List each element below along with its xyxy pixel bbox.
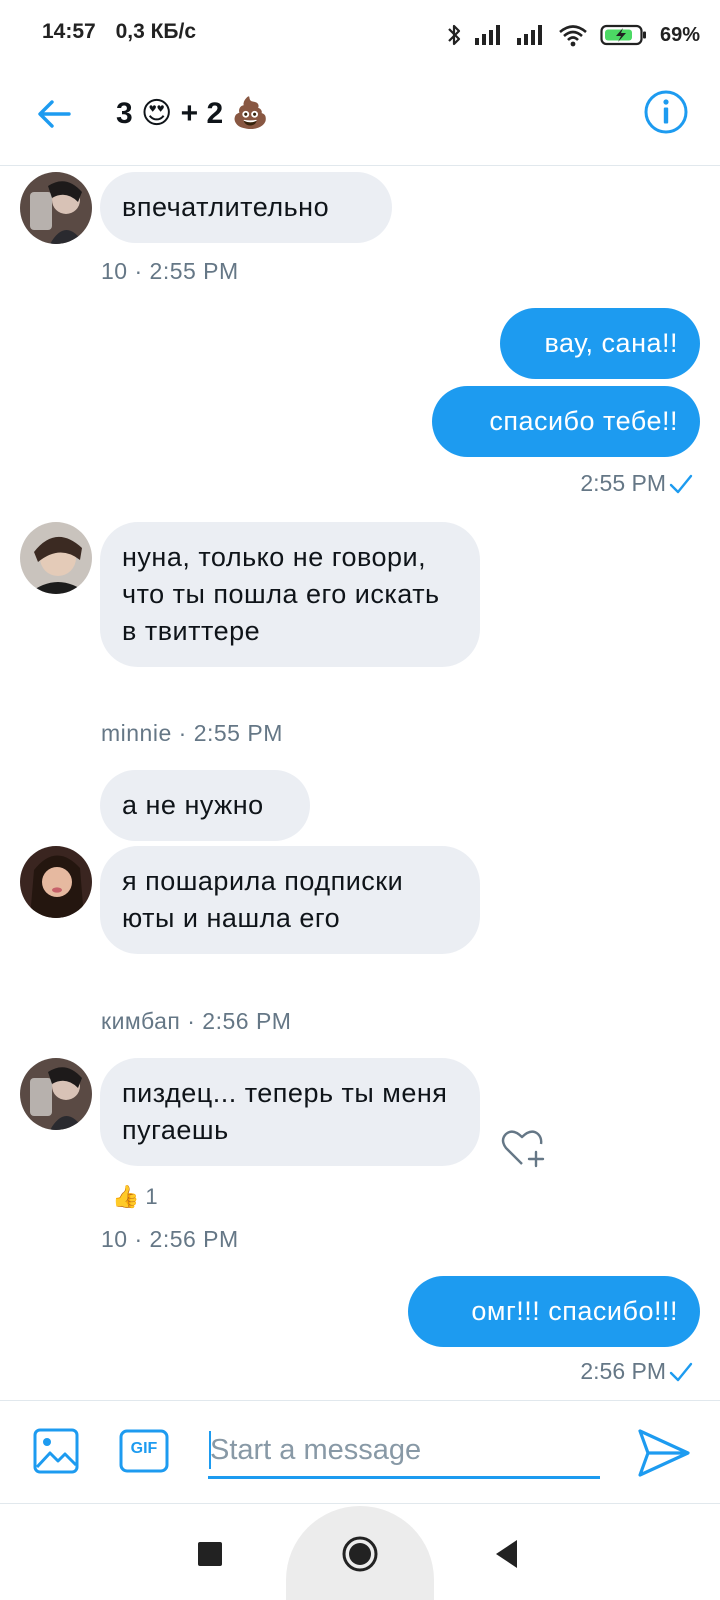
gif-label: GIF [130,1440,158,1457]
status-right: 69% [446,20,700,50]
home-button[interactable] [341,1535,379,1573]
message-bubble-incoming[interactable]: пиздец... теперь ты меня пугаешь [100,1058,480,1166]
send-icon [638,1429,690,1477]
reaction-count: 1 [145,1184,158,1209]
back-button[interactable] [34,94,74,134]
system-back-button[interactable] [492,1536,520,1572]
conversation-header: 3 😍 + 2 💩 [0,72,720,166]
avatar-image [20,522,92,594]
thumbs-up-emoji: 👍 [112,1184,140,1209]
battery-percentage: 69% [659,23,700,46]
add-reaction-button[interactable] [500,1126,548,1170]
message-meta: 10 · 2:55 PM [101,258,239,284]
status-network-speed: 0,3 КБ/с [115,20,197,43]
message-bubble-incoming[interactable]: я пошарила подписки юты и нашла его [100,846,480,954]
avatar[interactable] [20,846,92,918]
message-bubble-incoming[interactable]: а не нужно [100,770,310,841]
wifi-icon [559,25,587,47]
arrow-left-icon [38,100,71,128]
message-meta: minnie · 2:55 PM [101,720,283,746]
recents-button[interactable] [198,1542,222,1566]
message-meta: кимбап · 2:56 PM [101,1008,292,1034]
message-bubble-outgoing[interactable]: спасибо тебе!! [432,386,700,457]
status-left: 14:57 0,3 КБ/с [42,20,210,44]
message-meta: 10 · 2:56 PM [101,1226,239,1252]
add-media-button[interactable] [32,1427,80,1475]
heart-plus-icon [501,1130,545,1168]
conversation-title[interactable]: 3 😍 + 2 💩 [116,92,269,136]
info-button[interactable] [642,88,690,136]
status-bar: 14:57 0,3 КБ/с 69% [0,0,720,72]
message-timestamp: 2:55 PM [580,470,666,496]
reaction-summary[interactable]: 👍 1 [112,1184,158,1210]
message-bubble-outgoing[interactable]: омг!!! спасибо!!! [408,1276,700,1347]
battery-icon [600,24,646,46]
message-input[interactable] [208,1421,600,1479]
send-button[interactable] [636,1425,692,1481]
system-navigation-bar [0,1504,720,1600]
signal-icon [516,25,542,45]
message-bubble-incoming[interactable]: впечатлительно [100,172,392,243]
triangle-back-icon [496,1540,517,1568]
message-bubble-outgoing[interactable]: вау, сана!! [500,308,700,379]
avatar[interactable] [20,522,92,594]
message-bubble-incoming[interactable]: нуна, только не говори, что ты пошла его… [100,522,480,667]
avatar[interactable] [20,1058,92,1130]
avatar[interactable] [20,172,92,244]
dm-conversation-screen: 14:57 0,3 КБ/с 69% 3 😍 + 2 💩 впечатлител… [0,0,720,1600]
text-caret [209,1431,211,1469]
gif-button[interactable]: GIF [118,1427,170,1475]
bluetooth-icon [448,24,461,46]
message-composer: GIF [0,1400,720,1504]
message-timestamp: 2:56 PM [580,1358,666,1384]
image-icon [33,1428,79,1474]
checkmark-icon [669,474,693,493]
avatar-image [20,846,92,918]
message-meta: 2:56 PM [580,1358,694,1385]
status-time: 14:57 [42,20,96,43]
signal-icon [474,25,500,45]
checkmark-icon [669,1362,693,1381]
avatar-image [20,1058,92,1130]
info-icon [644,90,688,134]
avatar-image [20,172,92,244]
home-circle-icon [342,1536,378,1572]
message-meta: 2:55 PM [580,470,694,497]
